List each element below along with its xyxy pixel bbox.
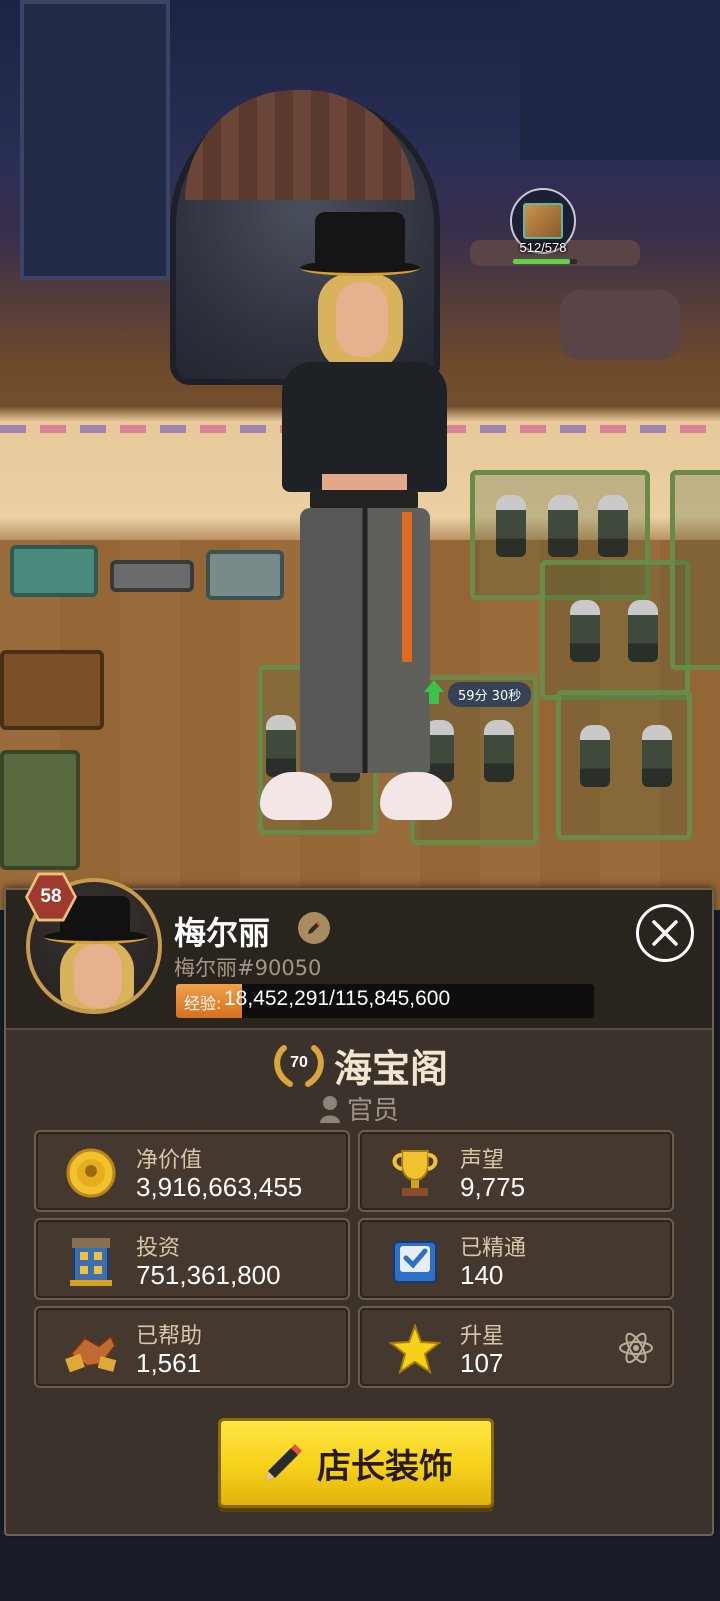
stat-value: 140 <box>460 1260 504 1290</box>
pencil-icon <box>308 920 322 934</box>
upgrade-timer-text: 59分 30秒 <box>448 681 532 707</box>
stat-reputation[interactable]: 声望 9,775 <box>358 1130 674 1212</box>
star-icon <box>388 1322 442 1376</box>
bunny-slipper-left <box>260 772 332 820</box>
pipe <box>560 290 680 360</box>
armor-rack[interactable] <box>540 560 690 700</box>
character-hat-brim <box>300 260 420 276</box>
shelf-display[interactable] <box>0 750 80 870</box>
handshake-icon <box>64 1322 118 1376</box>
stat-value: 3,916,663,455 <box>136 1172 303 1202</box>
stat-value: 107 <box>460 1348 504 1378</box>
pencil-icon <box>265 1444 302 1481</box>
armor-mannequin <box>642 725 672 787</box>
stat-label: 已帮助 <box>136 1324 203 1349</box>
gold-coin-icon <box>64 1146 118 1200</box>
background-structure <box>520 0 720 160</box>
shopkeeper-character[interactable] <box>260 212 460 832</box>
forge-machine-top <box>185 90 415 200</box>
armor-mannequin <box>484 720 514 782</box>
stat-label: 投资 <box>136 1236 181 1261</box>
upgrade-timer[interactable]: 59分 30秒 <box>424 680 532 708</box>
player-id: 梅尔丽#90050 <box>174 956 322 980</box>
stat-net-worth[interactable]: 净价值 3,916,663,455 <box>34 1130 350 1212</box>
game-screen: 512/578 59分 30秒 58 梅尔丽 梅尔丽#90050 经验: 18,… <box>0 0 720 1601</box>
mastery-book-icon <box>388 1234 442 1288</box>
stat-value: 751,361,800 <box>136 1260 281 1290</box>
trophy-icon <box>388 1146 442 1200</box>
stat-helped[interactable]: 已帮助 1,561 <box>34 1306 350 1388</box>
stat-star-up[interactable]: 升星 107 <box>358 1306 674 1388</box>
storage-bar-fill <box>513 259 570 264</box>
stat-label: 声望 <box>460 1148 505 1173</box>
shopkeeper-decor-label: 店长装饰 <box>317 1446 453 1487</box>
stat-value: 1,561 <box>136 1348 202 1378</box>
armor-rack[interactable] <box>670 470 720 670</box>
storage-count: 512/578 <box>519 240 567 255</box>
character-pants-stripe <box>402 512 412 662</box>
guild-rank-text: 官员 <box>346 1096 399 1126</box>
bunny-slipper-right <box>380 772 452 820</box>
xp-value: 18,452,291/115,845,600 <box>224 987 451 1010</box>
guild-level: 70 <box>290 1053 308 1071</box>
armor-mannequin <box>580 725 610 787</box>
cart-display[interactable] <box>110 560 194 592</box>
person-icon <box>319 1095 340 1123</box>
stat-value: 9,775 <box>460 1172 526 1202</box>
shopkeeper-decor-button[interactable]: 店长装饰 <box>218 1418 494 1508</box>
stat-label: 升星 <box>460 1324 505 1349</box>
atom-icon[interactable] <box>618 1330 654 1366</box>
crate-display[interactable] <box>10 545 98 597</box>
close-button[interactable] <box>636 904 694 962</box>
armor-mannequin <box>628 600 658 662</box>
character-face <box>336 282 388 357</box>
character-belt <box>310 490 418 510</box>
xp-bar: 经验: 18,452,291/115,845,600 <box>176 984 594 1018</box>
guild-level-laurel: 70 <box>270 1042 328 1090</box>
guild-name: 海宝阁 <box>333 1047 448 1091</box>
stat-mastered[interactable]: 已精通 140 <box>358 1218 674 1300</box>
edit-name-button[interactable] <box>298 912 330 944</box>
character-shirt <box>282 362 447 492</box>
player-name: 梅尔丽 <box>174 914 271 952</box>
scaffold-tower <box>20 0 170 280</box>
shop-scene[interactable]: 512/578 59分 30秒 <box>0 0 720 910</box>
storage-crate-icon <box>523 203 563 239</box>
armor-mannequin <box>598 495 628 557</box>
storage-indicator[interactable]: 512/578 <box>510 188 580 264</box>
player-profile-panel: 58 梅尔丽 梅尔丽#90050 经验: 18,452,291/115,845,… <box>4 872 714 1536</box>
storage-bar <box>513 259 577 264</box>
stat-label: 已精通 <box>460 1236 527 1261</box>
upgrade-arrow-icon <box>424 680 444 706</box>
armor-mannequin <box>548 495 578 557</box>
stat-label: 净价值 <box>136 1148 203 1173</box>
weapon-table[interactable] <box>0 650 104 730</box>
close-icon <box>652 920 678 946</box>
building-icon <box>64 1234 118 1288</box>
guild-rank: 官员 <box>6 1090 712 1127</box>
profile-header: 58 梅尔丽 梅尔丽#90050 经验: 18,452,291/115,845,… <box>6 872 712 1030</box>
guild-info[interactable]: 70 海宝阁 <box>6 1038 712 1093</box>
armor-mannequin <box>496 495 526 557</box>
stat-investment[interactable]: 投资 751,361,800 <box>34 1218 350 1300</box>
xp-label: 经验: <box>184 994 222 1013</box>
armor-mannequin <box>570 600 600 662</box>
